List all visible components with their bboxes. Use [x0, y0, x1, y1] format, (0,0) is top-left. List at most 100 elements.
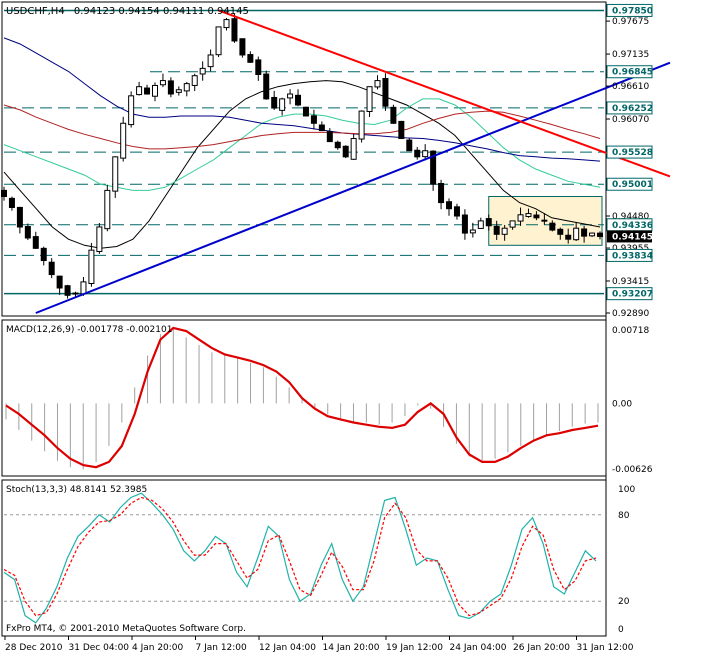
candle-body — [414, 149, 421, 158]
macd-panel — [5, 326, 599, 470]
candle-body — [374, 80, 381, 88]
stoch-main-line — [3, 492, 597, 624]
time-tick-label: 24 Jan 04:00 — [450, 643, 507, 653]
price-panel — [1, 9, 671, 314]
moving-average-line — [3, 98, 601, 191]
candle-body — [406, 139, 413, 152]
stoch-title: Stoch(13,3,3) 48.8141 52.3985 — [6, 485, 147, 495]
stoch-tick-label: 20 — [618, 597, 630, 607]
current-price-label: 0.94145 — [612, 232, 653, 242]
candle-body — [183, 83, 190, 92]
level-price-label: 0.96845 — [612, 68, 653, 78]
stoch-tick-label: 0 — [618, 625, 624, 635]
candle-body — [96, 226, 103, 252]
level-price-label: 0.96252 — [612, 104, 653, 114]
candle-body — [231, 18, 238, 42]
level-price-label: 0.93207 — [612, 290, 653, 300]
candle-body — [48, 261, 55, 276]
candle-body — [223, 19, 230, 29]
time-tick-label: 31 Dec 04:00 — [69, 643, 130, 653]
candle-body — [350, 138, 357, 160]
chart-symbol-ohlc: USDCHF,H4 0.94123 0.94154 0.94111 0.9414… — [6, 6, 249, 17]
candle-body — [366, 86, 373, 113]
candle-body — [80, 281, 87, 295]
time-tick-label: 28 Dec 2010 — [5, 643, 63, 653]
candle-body — [191, 75, 198, 86]
candle-body — [549, 222, 556, 231]
candle-body — [88, 249, 95, 284]
candle-body — [318, 124, 325, 132]
candle-body — [159, 80, 166, 86]
candle-body — [597, 232, 603, 237]
candle-body — [334, 141, 341, 149]
candle-body — [358, 110, 365, 140]
candle-body — [573, 227, 580, 241]
time-tick-label: 19 Jan 12:00 — [386, 643, 443, 653]
price-tick-label: 0.96070 — [612, 115, 649, 125]
candle-body — [64, 285, 71, 296]
time-tick-label: 7 Jan 12:00 — [196, 643, 248, 653]
candle-body — [72, 292, 79, 295]
level-price-label: 0.95528 — [612, 148, 653, 158]
stoch-tick-label: 80 — [618, 511, 630, 521]
candle-body — [446, 201, 453, 210]
candle-body — [136, 86, 143, 96]
macd-tick-label: -0.00626 — [612, 465, 653, 475]
level-price-label: 0.94336 — [612, 221, 653, 231]
candle-body — [104, 189, 111, 230]
candle-body — [1, 189, 7, 197]
candle-body — [557, 228, 564, 235]
candle-body — [565, 234, 572, 240]
stoch-panel-frame — [1, 479, 607, 637]
candle-body — [239, 38, 246, 56]
macd-signal-line — [5, 326, 599, 469]
price-tick-label: 0.97135 — [612, 50, 649, 60]
candle-body — [32, 236, 39, 249]
candle-body — [40, 247, 47, 262]
level-price-label: 0.95001 — [612, 180, 653, 190]
candle-body — [509, 220, 516, 228]
candle-body — [56, 275, 63, 289]
candle-body — [390, 106, 397, 124]
candle-body — [263, 73, 270, 100]
candle-body — [501, 227, 508, 235]
candle-body — [342, 145, 349, 158]
candle-body — [453, 206, 460, 217]
chart-window: 0.976750.971350.966100.960700.955550.950… — [0, 0, 710, 653]
macd-tick-label: 0.00718 — [612, 326, 649, 336]
candle-body — [271, 96, 278, 109]
candle-body — [517, 214, 524, 222]
candle-body — [422, 150, 429, 158]
candle-body — [167, 80, 174, 95]
candle-body — [469, 229, 476, 234]
candle-body — [310, 115, 317, 124]
stoch-tick-label: 100 — [618, 485, 635, 495]
candle-body — [541, 219, 548, 222]
candle-body — [24, 226, 31, 239]
candle-body — [120, 122, 127, 159]
candle-body — [8, 197, 15, 208]
price-tick-label: 0.96610 — [612, 82, 649, 92]
time-tick-label: 31 Jan 12:00 — [577, 643, 634, 653]
candle-body — [128, 95, 135, 126]
time-tick-label: 4 Jan 20:00 — [132, 643, 184, 653]
candle-body — [493, 225, 500, 235]
moving-average-line — [3, 37, 601, 162]
candle-body — [382, 77, 389, 107]
candle-body — [255, 59, 262, 75]
level-price-label: 0.97850 — [612, 6, 653, 16]
chart-canvas: 0.976750.971350.966100.960700.955550.950… — [1, 1, 671, 653]
price-tick-label: 0.97675 — [612, 17, 649, 27]
level-price-label: 0.93834 — [612, 251, 653, 261]
candle-body — [247, 54, 254, 63]
candle-body — [485, 218, 492, 227]
time-tick-label: 12 Jan 04:00 — [259, 643, 316, 653]
candle-body — [438, 182, 445, 204]
candle-body — [215, 26, 222, 56]
candle-body — [112, 156, 119, 192]
stoch-panel — [3, 492, 604, 624]
candle-body — [525, 213, 532, 217]
candle-body — [589, 232, 596, 237]
macd-title: MACD(12,26,9) -0.001778 -0.002101 — [6, 325, 172, 335]
candle-body — [144, 87, 151, 95]
